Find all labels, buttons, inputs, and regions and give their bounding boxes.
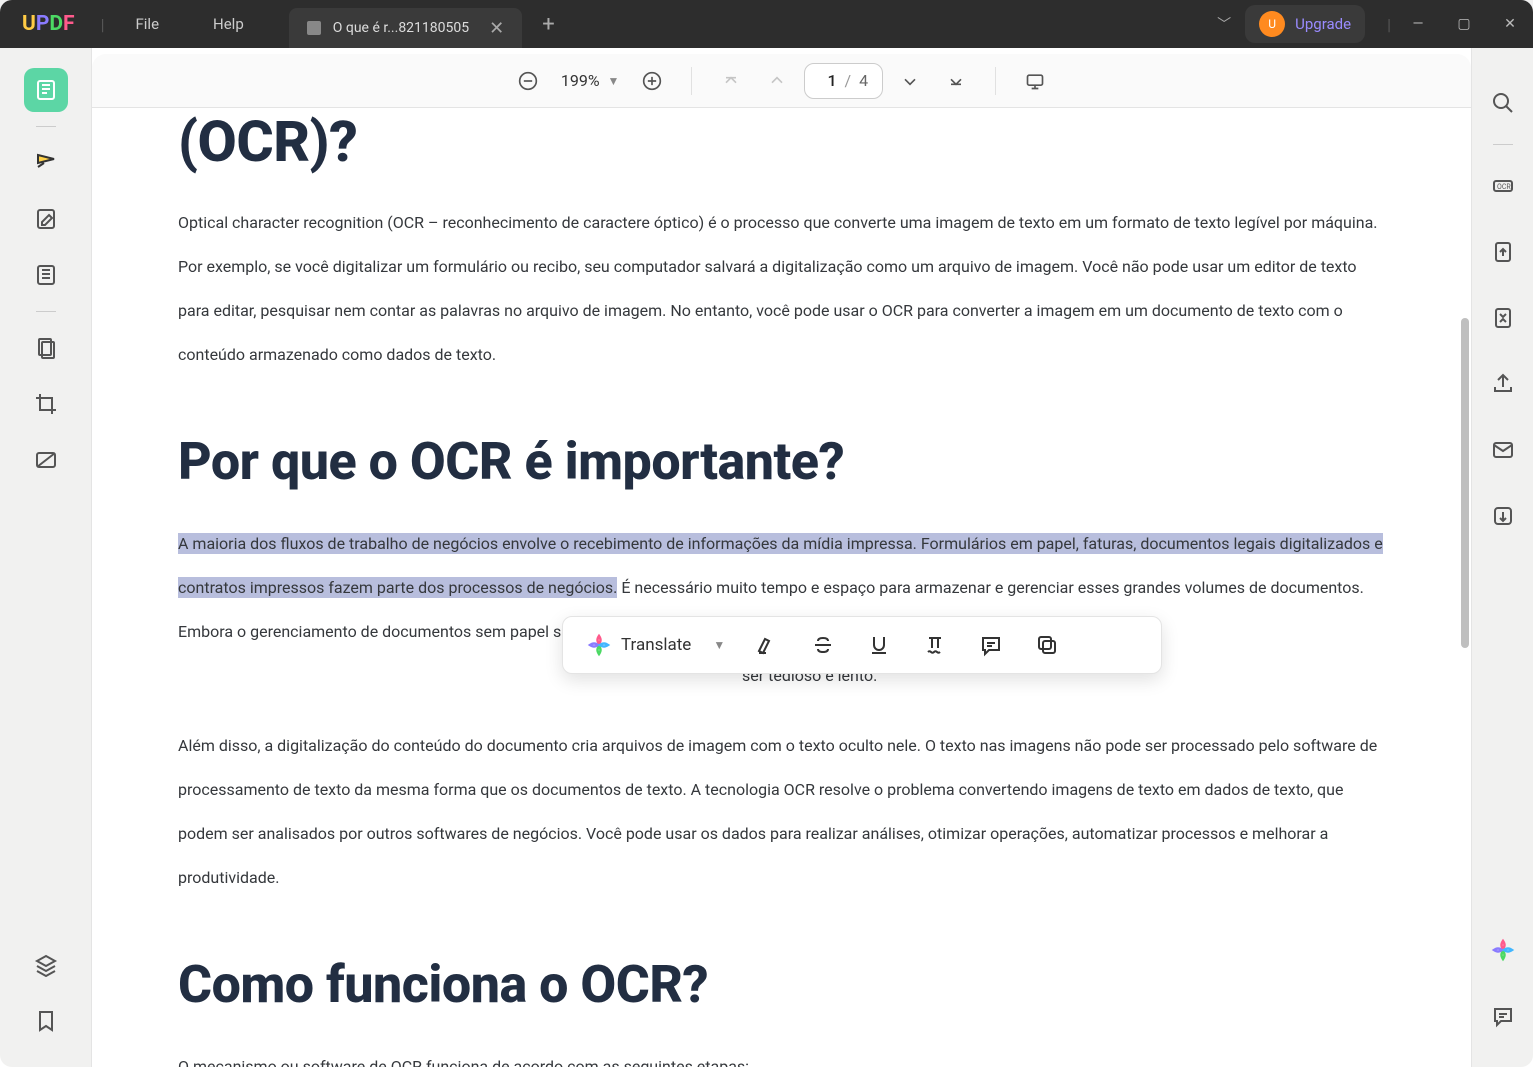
ocr-tool-icon[interactable]: OCR (1481, 164, 1525, 208)
upgrade-label: Upgrade (1295, 15, 1351, 33)
ai-icon (587, 633, 611, 657)
add-note-button[interactable] (967, 624, 1015, 666)
next-page-button[interactable] (891, 62, 929, 100)
heading-why-ocr: Por que o OCR é importante? (178, 431, 1385, 492)
share-icon[interactable] (1481, 362, 1525, 406)
compress-icon[interactable] (1481, 296, 1525, 340)
comment-tool-icon[interactable] (24, 141, 68, 185)
close-tab-icon[interactable]: ✕ (489, 18, 504, 39)
email-icon[interactable] (1481, 428, 1525, 472)
search-icon[interactable] (1481, 81, 1525, 125)
document-tab[interactable]: O que é r...821180505 ✕ (289, 8, 522, 48)
prev-page-button[interactable] (758, 62, 796, 100)
convert-icon[interactable] (1481, 230, 1525, 274)
app-logo: UPDF (0, 12, 97, 36)
underline-button[interactable] (855, 624, 903, 666)
document-viewport[interactable]: (OCR)? Optical character recognition (OC… (92, 108, 1471, 1067)
tab-doc-icon (307, 21, 321, 35)
highlight-tool-button[interactable] (743, 624, 791, 666)
user-avatar: U (1259, 11, 1285, 37)
menu-file[interactable]: File (108, 15, 186, 33)
edit-text-tool-icon[interactable] (24, 197, 68, 241)
menu-help[interactable]: Help (186, 15, 271, 33)
zoom-level-display[interactable]: 199%▼ (555, 71, 626, 90)
last-page-button[interactable] (937, 62, 975, 100)
page-indicator[interactable]: 1 / 4 (804, 63, 883, 99)
layers-icon[interactable] (24, 943, 68, 987)
selection-context-menu: Translate ▼ (562, 616, 1162, 674)
presentation-mode-button[interactable] (1016, 62, 1054, 100)
bookmark-icon[interactable] (24, 999, 68, 1043)
upgrade-button[interactable]: U Upgrade (1245, 5, 1365, 43)
main-content: 199%▼ 1 / 4 (92, 48, 1471, 1067)
window-maximize-button[interactable]: ▢ (1441, 1, 1487, 47)
window-minimize-button[interactable]: — (1395, 1, 1441, 47)
paragraph-4: O mecanismo ou software de OCR funciona … (178, 1045, 1385, 1067)
reader-mode-icon[interactable] (24, 68, 68, 112)
translate-button[interactable]: Translate ▼ (577, 629, 735, 661)
copy-text-button[interactable] (1023, 624, 1071, 666)
zoom-dropdown-icon[interactable]: ▼ (608, 74, 620, 88)
zoom-out-button[interactable] (509, 62, 547, 100)
scrollbar-track[interactable] (1459, 178, 1469, 728)
left-sidebar (0, 48, 92, 1067)
comment-panel-icon[interactable] (1481, 994, 1525, 1038)
paragraph-3: Além disso, a digitalização do conteúdo … (178, 724, 1385, 900)
tabs-dropdown-icon[interactable]: ﹀ (1217, 14, 1231, 34)
first-page-button[interactable] (712, 62, 750, 100)
translate-dropdown-icon[interactable]: ▼ (713, 638, 725, 652)
right-sidebar: OCR (1471, 48, 1533, 1067)
new-tab-button[interactable]: + (542, 12, 554, 37)
paragraph-1: Optical character recognition (OCR – rec… (178, 201, 1385, 377)
zoom-in-button[interactable] (633, 62, 671, 100)
tab-title: O que é r...821180505 (333, 20, 469, 36)
ai-assistant-icon[interactable] (1481, 928, 1525, 972)
heading-how-ocr: Como funciona o OCR? (178, 954, 1385, 1015)
scrollbar-thumb[interactable] (1461, 318, 1469, 648)
crop-tool-icon[interactable] (24, 382, 68, 426)
view-toolbar: 199%▼ 1 / 4 (92, 54, 1471, 108)
redact-tool-icon[interactable] (24, 438, 68, 482)
page-organize-icon[interactable] (24, 253, 68, 297)
svg-text:OCR: OCR (1497, 183, 1511, 191)
title-bar: UPDF | File Help O que é r...821180505 ✕… (0, 0, 1533, 48)
squiggly-underline-button[interactable] (911, 624, 959, 666)
translate-label: Translate (621, 635, 691, 655)
window-close-button[interactable]: ✕ (1487, 1, 1533, 47)
save-cloud-icon[interactable] (1481, 494, 1525, 538)
strikethrough-button[interactable] (799, 624, 847, 666)
page-tools-icon[interactable] (24, 326, 68, 370)
heading-ocr: (OCR)? (178, 108, 1385, 175)
